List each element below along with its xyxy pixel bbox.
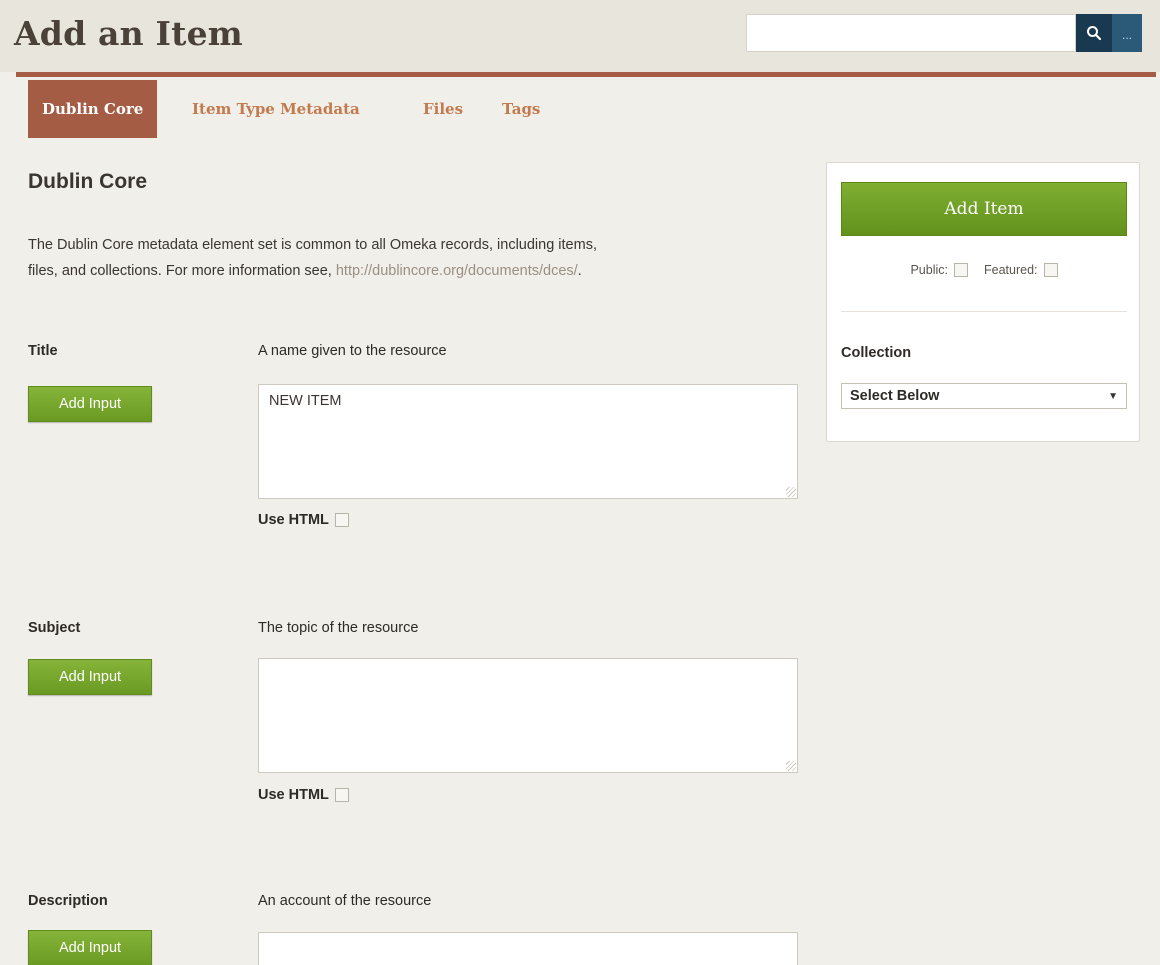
use-html-subject: Use HTML [258,787,349,803]
visibility-flags: Public: Featured: [827,263,1141,277]
tab-files[interactable]: Files [423,80,463,138]
public-label: Public: [910,263,948,277]
panel-divider [841,311,1127,312]
dublin-core-link[interactable]: http://dublincore.org/documents/dces/ [336,263,578,279]
featured-label: Featured: [984,263,1038,277]
search-button[interactable] [1076,14,1112,52]
field-label-subject: Subject [28,620,81,636]
header-divider [16,72,1156,77]
description-line-2: files, and collections. For more informa… [28,263,336,279]
use-html-label-title: Use HTML [258,512,329,528]
tab-item-type-metadata[interactable]: Item Type Metadata [192,80,360,138]
title-textarea[interactable]: NEW ITEM [258,384,798,499]
field-hint-title: A name given to the resource [258,343,447,359]
search-icon [1087,26,1102,41]
collection-select[interactable]: Select Below ▼ [841,383,1127,409]
collection-label: Collection [841,345,912,361]
use-html-checkbox-subject[interactable] [334,788,349,802]
public-option: Public: [910,263,968,277]
field-hint-description: An account of the resource [258,893,432,909]
field-label-description: Description [28,893,108,909]
add-input-button-description[interactable]: Add Input [28,930,152,965]
description-line-1: The Dublin Core metadata element set is … [28,237,597,253]
save-panel: Add Item Public: Featured: Collection Se… [826,162,1140,442]
advanced-search-button[interactable]: ... [1112,14,1142,52]
featured-checkbox[interactable] [1043,263,1058,277]
caret-down-icon: ▼ [1108,390,1118,402]
add-item-button[interactable]: Add Item [841,182,1127,236]
description-textarea[interactable] [258,932,798,965]
collection-selected-value: Select Below [850,388,940,404]
public-checkbox[interactable] [954,263,968,277]
resize-handle-title[interactable] [786,487,796,497]
use-html-checkbox-title[interactable] [334,513,349,527]
add-input-button-subject[interactable]: Add Input [28,659,152,695]
search-input[interactable] [746,14,1076,52]
use-html-title: Use HTML [258,512,349,528]
field-label-title: Title [28,343,58,359]
page-title: Add an Item [14,14,243,53]
resize-handle-subject[interactable] [786,761,796,771]
section-description: The Dublin Core metadata element set is … [28,232,798,284]
subject-textarea[interactable] [258,658,798,773]
add-input-button-title[interactable]: Add Input [28,386,152,422]
field-hint-subject: The topic of the resource [258,620,419,636]
description-suffix: . [577,263,582,279]
tab-tags[interactable]: Tags [502,80,540,138]
section-title: Dublin Core [28,170,147,193]
tab-dublin-core[interactable]: Dublin Core [28,80,158,138]
featured-option: Featured: [984,263,1058,277]
use-html-label-subject: Use HTML [258,787,329,803]
